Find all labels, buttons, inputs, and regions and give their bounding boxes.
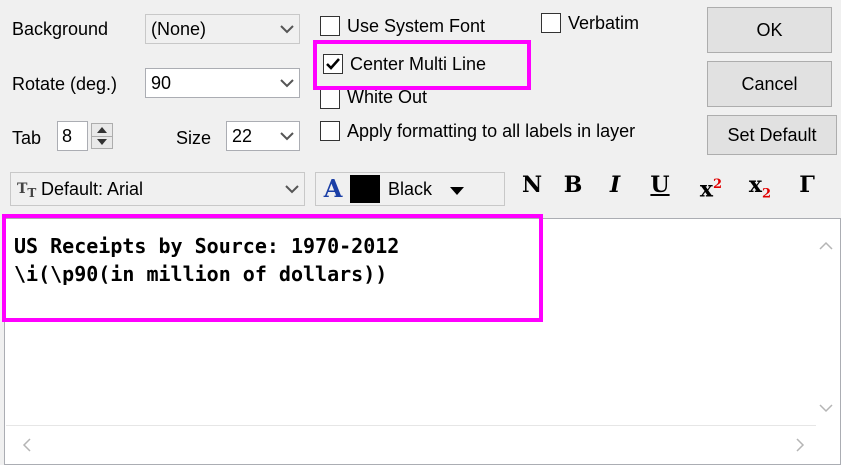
superscript-button[interactable]: x2: [693, 170, 729, 204]
subscript-button[interactable]: x2: [742, 170, 778, 209]
white-out-checkbox[interactable]: [320, 89, 340, 109]
chevron-down-icon: [275, 24, 299, 34]
size-select[interactable]: 22: [226, 121, 300, 151]
underline-button[interactable]: U: [645, 170, 675, 200]
set-default-button[interactable]: Set Default: [707, 115, 837, 155]
scroll-down-icon[interactable]: [819, 400, 833, 418]
editor-line-1: US Receipts by Source: 1970-2012: [14, 234, 400, 258]
chevron-down-icon: [275, 78, 299, 88]
tab-spinner[interactable]: [91, 123, 113, 149]
caret-down-icon: [450, 179, 464, 200]
font-color-icon: A: [323, 174, 343, 203]
rotate-label: Rotate (deg.): [12, 74, 118, 94]
normal-button[interactable]: N: [517, 170, 547, 200]
tab-input[interactable]: 8: [57, 121, 88, 151]
chevron-down-icon: [280, 184, 304, 194]
checkmark-icon: [326, 58, 340, 70]
apply-all-label: Apply formatting to all labels in layer: [347, 121, 636, 141]
ok-button[interactable]: OK: [707, 7, 832, 53]
rotate-select[interactable]: 90: [145, 68, 300, 98]
scroll-left-icon[interactable]: [22, 436, 31, 457]
size-label: Size: [176, 128, 212, 148]
verbatim-label: Verbatim: [568, 13, 640, 33]
center-multi-line-checkbox[interactable]: [323, 54, 343, 74]
color-picker[interactable]: A Black: [315, 172, 505, 206]
vertical-scrollbar[interactable]: [817, 225, 835, 430]
use-system-font-label: Use System Font: [347, 16, 486, 36]
editor-line-2: \i(\p90(in million of dollars)): [14, 262, 388, 286]
scroll-right-icon[interactable]: [796, 436, 805, 457]
font-select[interactable]: TT Default: Arial: [10, 172, 305, 206]
color-name: Black: [388, 178, 433, 199]
spin-down-icon[interactable]: [92, 135, 112, 149]
cancel-button[interactable]: Cancel: [707, 61, 832, 107]
tab-label: Tab: [12, 128, 42, 148]
truetype-icon: TT: [17, 181, 37, 200]
horizontal-scrollbar[interactable]: [6, 425, 816, 461]
greek-button[interactable]: Γ: [790, 170, 824, 200]
white-out-label: White Out: [347, 88, 428, 107]
use-system-font-checkbox[interactable]: [320, 16, 340, 36]
chevron-down-icon: [275, 131, 299, 141]
color-swatch: [350, 175, 380, 203]
center-multi-line-label: Center Multi Line: [350, 54, 487, 74]
bold-button[interactable]: B: [558, 170, 588, 200]
apply-all-checkbox[interactable]: [320, 121, 340, 141]
spin-up-icon[interactable]: [92, 124, 112, 136]
italic-button[interactable]: I: [600, 170, 630, 200]
background-label: Background: [12, 19, 109, 39]
background-select[interactable]: (None): [145, 14, 300, 44]
verbatim-checkbox[interactable]: [541, 13, 561, 33]
scroll-up-icon[interactable]: [819, 237, 833, 255]
